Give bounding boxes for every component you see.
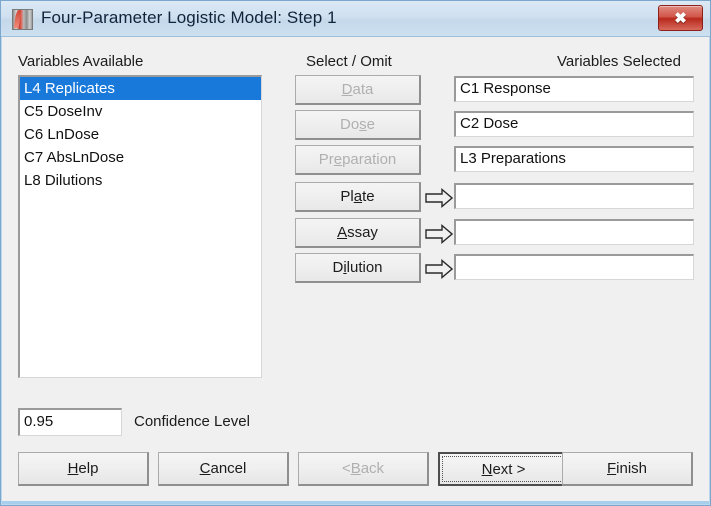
button-accel-key: C [199,460,211,477]
button-accel-key: D [341,81,353,98]
variables-selected-header: Variables Selected [557,53,681,70]
button-label-suffix: inish [616,460,648,477]
window-title: Four-Parameter Logistic Model: Step 1 [41,8,337,27]
double-right-arrow-icon [425,224,453,244]
app-icon [12,9,33,30]
selected-field-plate[interactable] [454,183,694,209]
list-item[interactable]: C7 AbsLnDose [20,146,261,169]
select-omit-button-data: Data [295,75,421,105]
select-omit-button-assay[interactable]: Assay [295,218,421,248]
button-accel-key: N [481,460,493,478]
button-label-suffix: ssay [347,224,378,241]
double-right-arrow-icon [425,188,453,208]
select-omit-button-dose: Do s e [295,110,421,140]
double-right-arrow-icon [425,259,453,279]
selected-field-response[interactable]: C1 Response [454,76,694,102]
list-item[interactable]: C5 DoseInv [20,100,261,123]
cancel-button[interactable]: Cancel [158,452,289,486]
select-omit-button-dilution[interactable]: Di lution [295,253,421,283]
variables-available-list[interactable]: L4 Replicates C5 DoseInv C6 LnDose C7 Ab… [18,75,262,378]
button-accel-key: B [350,460,361,477]
finish-button[interactable]: Finish [562,452,693,486]
button-accel-key: H [67,460,79,477]
button-label-suffix: elp [78,460,99,477]
button-label-suffix: e [366,116,376,133]
title-bar[interactable]: Four-Parameter Logistic Model: Step 1 ✖ [1,1,710,37]
button-accel-key: F [606,460,617,477]
help-button[interactable]: Help [18,452,149,486]
button-label-suffix: te [362,188,375,205]
button-accel-key: A [337,224,348,241]
button-label-suffix: lution [346,259,383,276]
list-item[interactable]: L4 Replicates [20,77,261,100]
list-item[interactable]: L8 Dilutions [20,169,261,192]
confidence-level-input[interactable]: 0.95 [18,408,122,436]
button-label-suffix: ancel [210,460,247,477]
button-label-suffix: paration [342,151,397,168]
confidence-level-label: Confidence Level [134,413,250,430]
next-button[interactable]: Next > [438,452,569,486]
list-item[interactable]: C6 LnDose [20,123,261,146]
back-button: < Back [298,452,429,486]
selected-field-preparations[interactable]: L3 Preparations [454,146,694,172]
button-label-suffix: ack [360,460,385,477]
selected-field-dilution[interactable] [454,254,694,280]
select-omit-button-plate[interactable]: Pl a te [295,182,421,212]
button-accel-key: e [333,151,343,168]
button-label-prefix: Do [339,116,360,133]
variables-available-header: Variables Available [18,53,144,70]
close-button[interactable]: ✖ [658,5,703,31]
selected-field-assay[interactable] [454,219,694,245]
button-accel-key: s [359,116,367,133]
button-label-prefix: D [332,259,344,276]
close-icon: ✖ [674,10,687,27]
select-omit-button-preparation: Pr e paration [295,145,421,175]
button-accel-key: a [353,188,363,205]
select-omit-header: Select / Omit [306,53,392,70]
dialog-window: Four-Parameter Logistic Model: Step 1 ✖ … [0,0,711,506]
button-label-prefix: Pl [340,188,354,205]
dialog-client-area: Variables Available Select / Omit Variab… [2,37,709,504]
button-label-prefix: < [341,460,351,477]
button-label-prefix: Pr [318,151,334,168]
button-label-suffix: ext > [492,460,526,478]
selected-field-dose[interactable]: C2 Dose [454,111,694,137]
button-label-suffix: ata [352,81,374,98]
